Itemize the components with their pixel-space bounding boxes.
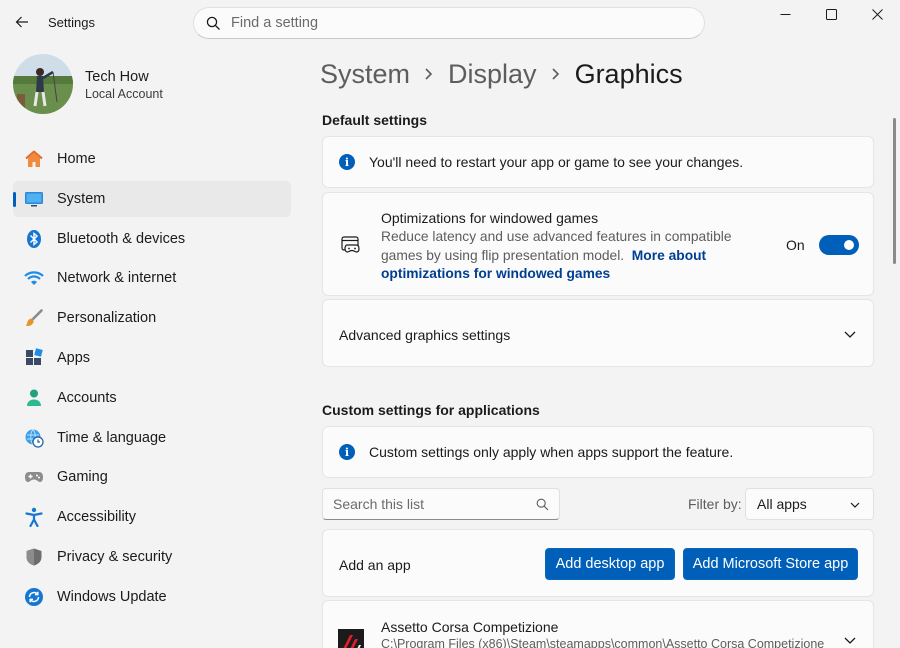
- close-button[interactable]: [854, 0, 900, 28]
- custom-info-card: i Custom settings only apply when apps s…: [322, 426, 874, 478]
- sidebar-item-label: Gaming: [57, 469, 108, 486]
- filter-dropdown[interactable]: All apps: [745, 488, 874, 520]
- optimizations-desc-line2: games by using flip presentation model.: [381, 247, 625, 263]
- optimizations-toggle[interactable]: [819, 235, 859, 255]
- sidebar-item-label: Accounts: [57, 389, 117, 406]
- filter-value: All apps: [757, 496, 807, 512]
- avatar-photo-icon: [13, 54, 73, 114]
- accessibility-icon: [23, 506, 45, 528]
- shield-icon: [23, 546, 45, 568]
- gamepad-icon: [23, 466, 45, 488]
- sidebar-item-gaming[interactable]: Gaming: [13, 459, 291, 495]
- brush-icon: [23, 307, 45, 329]
- search-icon: [206, 16, 220, 30]
- search-input[interactable]: [231, 15, 671, 31]
- avatar[interactable]: [13, 54, 73, 114]
- game-window-icon: [341, 235, 361, 255]
- maximize-button[interactable]: [808, 0, 854, 28]
- breadcrumb-display[interactable]: Display: [448, 59, 537, 90]
- info-icon: i: [339, 154, 355, 170]
- wifi-icon: [23, 267, 45, 289]
- restart-info-text: You'll need to restart your app or game …: [369, 154, 744, 170]
- sidebar-item-accessibility[interactable]: Accessibility: [13, 499, 291, 535]
- breadcrumb-system[interactable]: System: [320, 59, 410, 90]
- title-bar: Settings: [0, 0, 900, 46]
- sidebar-item-network[interactable]: Network & internet: [13, 260, 291, 296]
- app-path: C:\Program Files (x86)\Steam\steamapps\c…: [381, 637, 825, 648]
- back-button[interactable]: [8, 8, 36, 36]
- optimizations-description: Reduce latency and use advanced features…: [381, 228, 741, 284]
- chevron-down-icon: [843, 327, 857, 341]
- user-name: Tech How: [85, 69, 149, 85]
- minimize-button[interactable]: [762, 0, 808, 28]
- sidebar-item-personalization[interactable]: Personalization: [13, 300, 291, 336]
- sidebar-item-apps[interactable]: Apps: [13, 340, 291, 376]
- list-search-box[interactable]: [322, 488, 560, 520]
- add-app-card: Add an app Add desktop app Add Microsoft…: [322, 529, 874, 597]
- app-name: Assetto Corsa Competizione: [381, 619, 559, 635]
- filter-label: Filter by:: [688, 496, 742, 512]
- system-icon: [23, 188, 45, 210]
- chevron-right-icon: [551, 67, 561, 81]
- sidebar-item-windows-update[interactable]: Windows Update: [13, 579, 291, 615]
- info-icon: i: [339, 444, 355, 460]
- sidebar-item-label: Privacy & security: [57, 548, 173, 565]
- bluetooth-icon: [23, 228, 45, 250]
- sidebar-item-label: Apps: [57, 349, 91, 366]
- advanced-graphics-settings-expander[interactable]: Advanced graphics settings: [322, 299, 874, 367]
- globe-clock-icon: [23, 427, 45, 449]
- sidebar-item-privacy-security[interactable]: Privacy & security: [13, 539, 291, 575]
- custom-settings-heading: Custom settings for applications: [322, 402, 540, 418]
- apps-icon: [23, 347, 45, 369]
- more-about-link[interactable]: More about: [632, 248, 706, 263]
- sidebar-item-label: Accessibility: [57, 509, 136, 526]
- sidebar-item-label: Personalization: [57, 310, 157, 327]
- sidebar-item-label: System: [57, 190, 106, 207]
- sidebar-item-time-language[interactable]: Time & language: [13, 420, 291, 456]
- settings-search-box[interactable]: [193, 7, 705, 39]
- restart-info-card: i You'll need to restart your app or gam…: [322, 136, 874, 188]
- toggle-state-label: On: [786, 237, 805, 253]
- accounts-icon: [23, 387, 45, 409]
- update-icon: [23, 586, 45, 608]
- optimizations-title: Optimizations for windowed games: [381, 210, 599, 226]
- optimizations-link[interactable]: optimizations for windowed games: [381, 266, 610, 281]
- sidebar-item-label: Windows Update: [57, 588, 167, 605]
- page-title: Graphics: [574, 58, 683, 89]
- default-settings-heading: Default settings: [322, 112, 428, 128]
- sidebar-item-label: Time & language: [57, 429, 167, 446]
- window-title: Settings: [48, 15, 95, 30]
- list-search-input[interactable]: [333, 496, 528, 512]
- minimize-icon: [780, 13, 790, 15]
- sidebar-item-accounts[interactable]: Accounts: [13, 380, 291, 416]
- chevron-right-icon: [424, 67, 434, 81]
- close-icon: [871, 8, 883, 20]
- sidebar-item-bluetooth[interactable]: Bluetooth & devices: [13, 221, 291, 257]
- sidebar-item-label: Home: [57, 151, 96, 167]
- breadcrumb: System Display Graphics: [320, 54, 683, 94]
- windowed-games-optimization-card: Optimizations for windowed games Reduce …: [322, 192, 874, 296]
- sidebar-item-label: Bluetooth & devices: [57, 230, 186, 247]
- add-app-label: Add an app: [339, 557, 411, 573]
- home-icon: [23, 148, 45, 170]
- sidebar-item-label: Network & internet: [57, 270, 177, 287]
- app-list-item[interactable]: Assetto Corsa Competizione C:\Program Fi…: [322, 600, 874, 648]
- advanced-graphics-label: Advanced graphics settings: [339, 327, 511, 343]
- chevron-down-icon[interactable]: [843, 633, 857, 647]
- add-store-app-button[interactable]: Add Microsoft Store app: [683, 548, 858, 580]
- back-arrow-icon: [15, 16, 28, 28]
- sidebar-nav: Home System Bluetooth & devices Network …: [13, 141, 291, 619]
- account-type: Local Account: [85, 87, 163, 101]
- add-desktop-app-button[interactable]: Add desktop app: [545, 548, 675, 580]
- optimizations-desc-line1: Reduce latency and use advanced features…: [381, 229, 732, 244]
- app-logo-icon: [338, 629, 364, 648]
- chevron-down-icon: [849, 498, 863, 512]
- sidebar-item-system[interactable]: System: [13, 180, 291, 217]
- scrollbar-thumb[interactable]: [893, 118, 896, 264]
- sidebar-item-home[interactable]: Home: [13, 141, 291, 177]
- maximize-icon: [825, 8, 837, 20]
- custom-info-text: Custom settings only apply when apps sup…: [369, 444, 734, 460]
- search-icon: [536, 498, 549, 510]
